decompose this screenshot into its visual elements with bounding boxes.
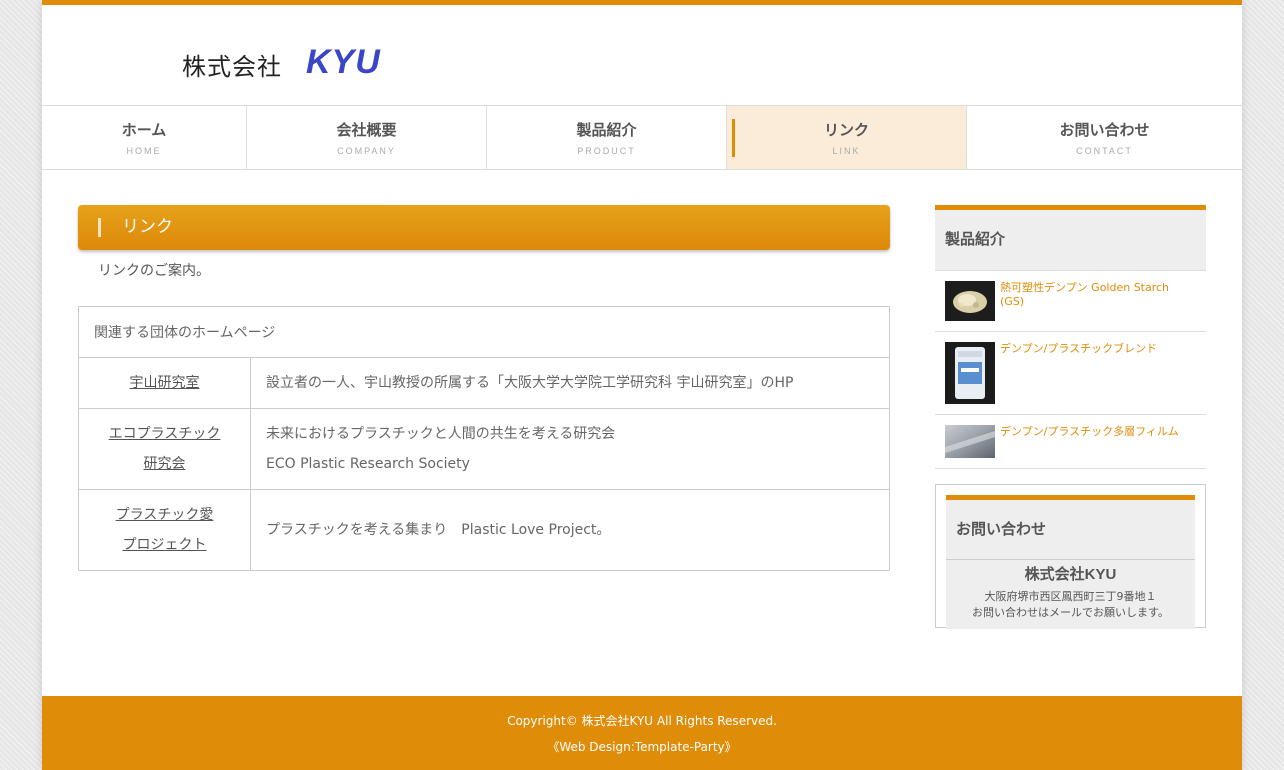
nav-sublabel: PRODUCT xyxy=(577,146,636,156)
product-item[interactable]: デンプン/プラスチック多層フィルム xyxy=(935,415,1206,469)
copyright: Copyright© 株式会社KYU All Rights Reserved. xyxy=(507,714,777,728)
table-row: 宇山研究室 設立者の一人、宇山教授の所属する「大阪大学大学院工学研究科 宇山研究… xyxy=(78,357,890,409)
product-thumbnail[interactable] xyxy=(945,425,995,458)
company-address-block: 大阪府堺市西区鳳西町三丁9番地１ お問い合わせはメールでお願いします。 xyxy=(946,589,1195,621)
site-logo[interactable]: 株式会社 KYU xyxy=(182,38,381,82)
link-desc: 設立者の一人、宇山教授の所属する「大阪大学大学院工学研究科 宇山研究室」のHP xyxy=(266,375,794,391)
nav-label: 製品紹介 xyxy=(576,122,637,139)
main-content: リンク リンクのご案内。 関連する団体のホームページ 宇山研究室 設立者の一人、… xyxy=(78,205,890,571)
nav-label: リンク xyxy=(823,122,869,139)
link-name-line2: プロジェクト xyxy=(122,537,207,553)
link-desc-en: ECO Plastic Research Society xyxy=(266,456,470,472)
link-name-line2: 研究会 xyxy=(143,456,186,472)
nav-label: 会社概要 xyxy=(336,122,397,139)
nav-item-home[interactable]: ホーム HOME xyxy=(42,106,247,169)
nav-sublabel: LINK xyxy=(832,146,861,156)
link-desc-cell: プラスチックを考える集まり Plastic Love Project。 xyxy=(250,489,890,571)
top-accent-bar xyxy=(42,0,1242,5)
nav-sublabel: COMPANY xyxy=(337,146,396,156)
nav-item-company[interactable]: 会社概要 COMPANY xyxy=(247,106,487,169)
product-thumbnail[interactable] xyxy=(945,281,995,321)
link-desc-cell: 未来におけるプラスチックと人間の共生を考える研究会 ECO Plastic Re… xyxy=(250,408,890,490)
link-name-cell: プラスチック愛 プロジェクト xyxy=(78,489,251,571)
product-item[interactable]: 熱可塑性デンプン Golden Starch (GS) xyxy=(935,271,1206,332)
link-desc-cell: 設立者の一人、宇山教授の所属する「大阪大学大学院工学研究科 宇山研究室」のHP xyxy=(250,357,890,409)
nav-label: ホーム xyxy=(121,122,167,139)
intro-text: リンクのご案内。 xyxy=(98,263,210,279)
product-item[interactable]: デンプン/プラスチックブレンド xyxy=(935,332,1206,415)
contact-inner: お問い合わせ 株式会社KYU 大阪府堺市西区鳳西町三丁9番地１ お問い合わせはメ… xyxy=(946,495,1195,629)
link-uyama-lab[interactable]: 宇山研究室 xyxy=(130,375,200,391)
logo-kanji: 株式会社 xyxy=(182,53,282,81)
link-eco-plastic[interactable]: エコプラスチック 研究会 xyxy=(109,426,221,472)
product-thumbnail[interactable] xyxy=(945,342,995,404)
page-title: リンク xyxy=(78,205,890,250)
nav-item-link[interactable]: リンク LINK xyxy=(727,106,967,169)
sidebar: 製品紹介 熱可塑性デンプン Golden Starch (GS) デンプン/プラ… xyxy=(935,205,1206,629)
products-heading: 製品紹介 xyxy=(935,205,1206,271)
nav-label: お問い合わせ xyxy=(1059,122,1150,139)
nav-item-contact[interactable]: お問い合わせ CONTACT xyxy=(967,106,1242,169)
nav-item-product[interactable]: 製品紹介 PRODUCT xyxy=(487,106,727,169)
nav-sublabel: HOME xyxy=(126,146,162,156)
company-address: 大阪府堺市西区鳳西町三丁9番地１ xyxy=(984,590,1157,603)
links-table: 関連する団体のホームページ 宇山研究室 設立者の一人、宇山教授の所属する「大阪大… xyxy=(78,306,890,571)
table-row: エコプラスチック 研究会 未来におけるプラスチックと人間の共生を考える研究会 EC… xyxy=(78,408,890,490)
contact-box: お問い合わせ 株式会社KYU 大阪府堺市西区鳳西町三丁9番地１ お問い合わせはメ… xyxy=(935,484,1206,629)
contact-note: お問い合わせはメールでお願いします。 xyxy=(972,606,1169,619)
link-desc: プラスチックを考える集まり Plastic Love Project。 xyxy=(266,522,611,538)
link-name-cell: エコプラスチック 研究会 xyxy=(78,408,251,490)
nav-sublabel: CONTACT xyxy=(1076,146,1133,156)
product-name[interactable]: デンプン/プラスチックブレンド xyxy=(1000,342,1157,404)
product-name[interactable]: デンプン/プラスチック多層フィルム xyxy=(1000,425,1179,458)
company-name: 株式会社KYU xyxy=(1024,566,1117,583)
design-credit-link[interactable]: 《Web Design:Template-Party》 xyxy=(547,740,736,754)
link-name-line1: エコプラスチック xyxy=(108,426,221,442)
table-caption: 関連する団体のホームページ xyxy=(78,306,890,358)
link-name-line1: プラスチック愛 xyxy=(115,507,214,523)
page-container: 株式会社 KYU ホーム HOME 会社概要 COMPANY 製品紹介 PROD… xyxy=(42,0,1242,770)
table-row: プラスチック愛 プロジェクト プラスチックを考える集まり Plastic Love… xyxy=(78,489,890,571)
main-nav: ホーム HOME 会社概要 COMPANY 製品紹介 PRODUCT リンク L… xyxy=(42,105,1242,170)
product-name[interactable]: 熱可塑性デンプン Golden Starch (GS) xyxy=(1000,281,1196,321)
logo-wordmark: KYU xyxy=(306,43,381,81)
table-caption-row: 関連する団体のホームページ xyxy=(78,306,890,358)
site-footer: Copyright© 株式会社KYU All Rights Reserved. … xyxy=(42,696,1242,770)
link-plastic-love[interactable]: プラスチック愛 プロジェクト xyxy=(116,507,214,553)
link-desc: 未来におけるプラスチックと人間の共生を考える研究会 xyxy=(266,426,616,442)
link-name-cell: 宇山研究室 xyxy=(78,357,251,409)
contact-heading: お問い合わせ xyxy=(946,495,1195,560)
